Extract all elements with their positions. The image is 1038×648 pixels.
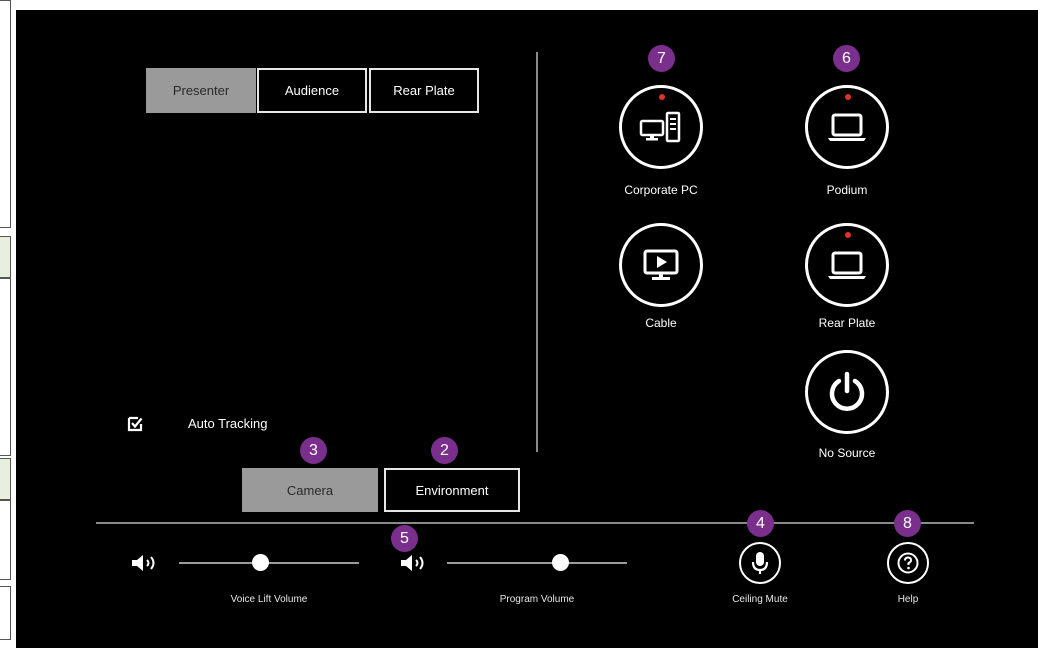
ceiling-mute-button[interactable] [739, 542, 781, 584]
background-document-edge [0, 586, 11, 640]
callout-badge: 3 [300, 437, 327, 464]
background-document-edge [0, 278, 11, 456]
power-icon [829, 371, 865, 411]
background-document-edge [0, 458, 11, 500]
callout-badge: 6 [833, 45, 860, 72]
help-label: Help [897, 594, 919, 605]
source-label: No Source [818, 446, 876, 460]
horizontal-divider [96, 522, 974, 524]
source-label: Rear Plate [818, 316, 876, 330]
auto-tracking-label: Auto Tracking [188, 416, 268, 431]
laptop-icon [828, 251, 866, 279]
tv-play-icon [643, 249, 679, 280]
callout-badge: 5 [391, 525, 418, 552]
speaker-icon [130, 554, 160, 577]
status-dot [659, 94, 665, 100]
speaker-icon [399, 554, 429, 577]
callout-badge: 7 [648, 45, 675, 72]
source-cable-button[interactable] [619, 223, 703, 307]
status-dot [845, 232, 851, 238]
tab-audience[interactable]: Audience [257, 68, 367, 113]
background-document-edge [0, 500, 11, 580]
laptop-icon [828, 113, 866, 141]
help-icon [897, 552, 919, 574]
voice-lift-volume-label: Voice Lift Volume [230, 594, 308, 605]
slider-knob[interactable] [552, 554, 570, 571]
checkbox-checked-icon [127, 416, 143, 432]
tab-presenter[interactable]: Presenter [146, 68, 256, 113]
help-button[interactable] [887, 542, 929, 584]
desktop-pc-icon [639, 111, 681, 143]
source-label: Corporate PC [624, 183, 698, 197]
callout-badge: 4 [747, 510, 774, 537]
voice-lift-volume-slider[interactable] [179, 554, 359, 571]
source-corporate-pc-button[interactable] [619, 85, 703, 169]
control-panel: Presenter Audience Rear Plate Auto Track… [16, 10, 1038, 648]
microphone-icon [751, 552, 769, 574]
source-no-source-button[interactable] [805, 350, 889, 434]
status-dot [845, 94, 851, 100]
tab-rear-plate[interactable]: Rear Plate [369, 68, 479, 113]
source-label: Podium [826, 183, 868, 197]
callout-badge: 2 [431, 437, 458, 464]
program-volume-label: Program Volume [499, 594, 575, 605]
environment-button[interactable]: Environment [384, 468, 520, 512]
background-document-edge [0, 0, 11, 228]
source-rear-plate-button[interactable] [805, 223, 889, 307]
slider-knob[interactable] [252, 554, 269, 571]
source-podium-button[interactable] [805, 85, 889, 169]
callout-badge: 8 [894, 510, 921, 537]
ceiling-mute-label: Ceiling Mute [732, 594, 788, 605]
vertical-divider [536, 52, 538, 452]
camera-button[interactable]: Camera [242, 468, 378, 512]
source-label: Cable [645, 316, 677, 330]
background-document-edge [0, 236, 11, 278]
program-volume-slider[interactable] [447, 554, 627, 571]
auto-tracking-checkbox[interactable] [126, 415, 144, 433]
